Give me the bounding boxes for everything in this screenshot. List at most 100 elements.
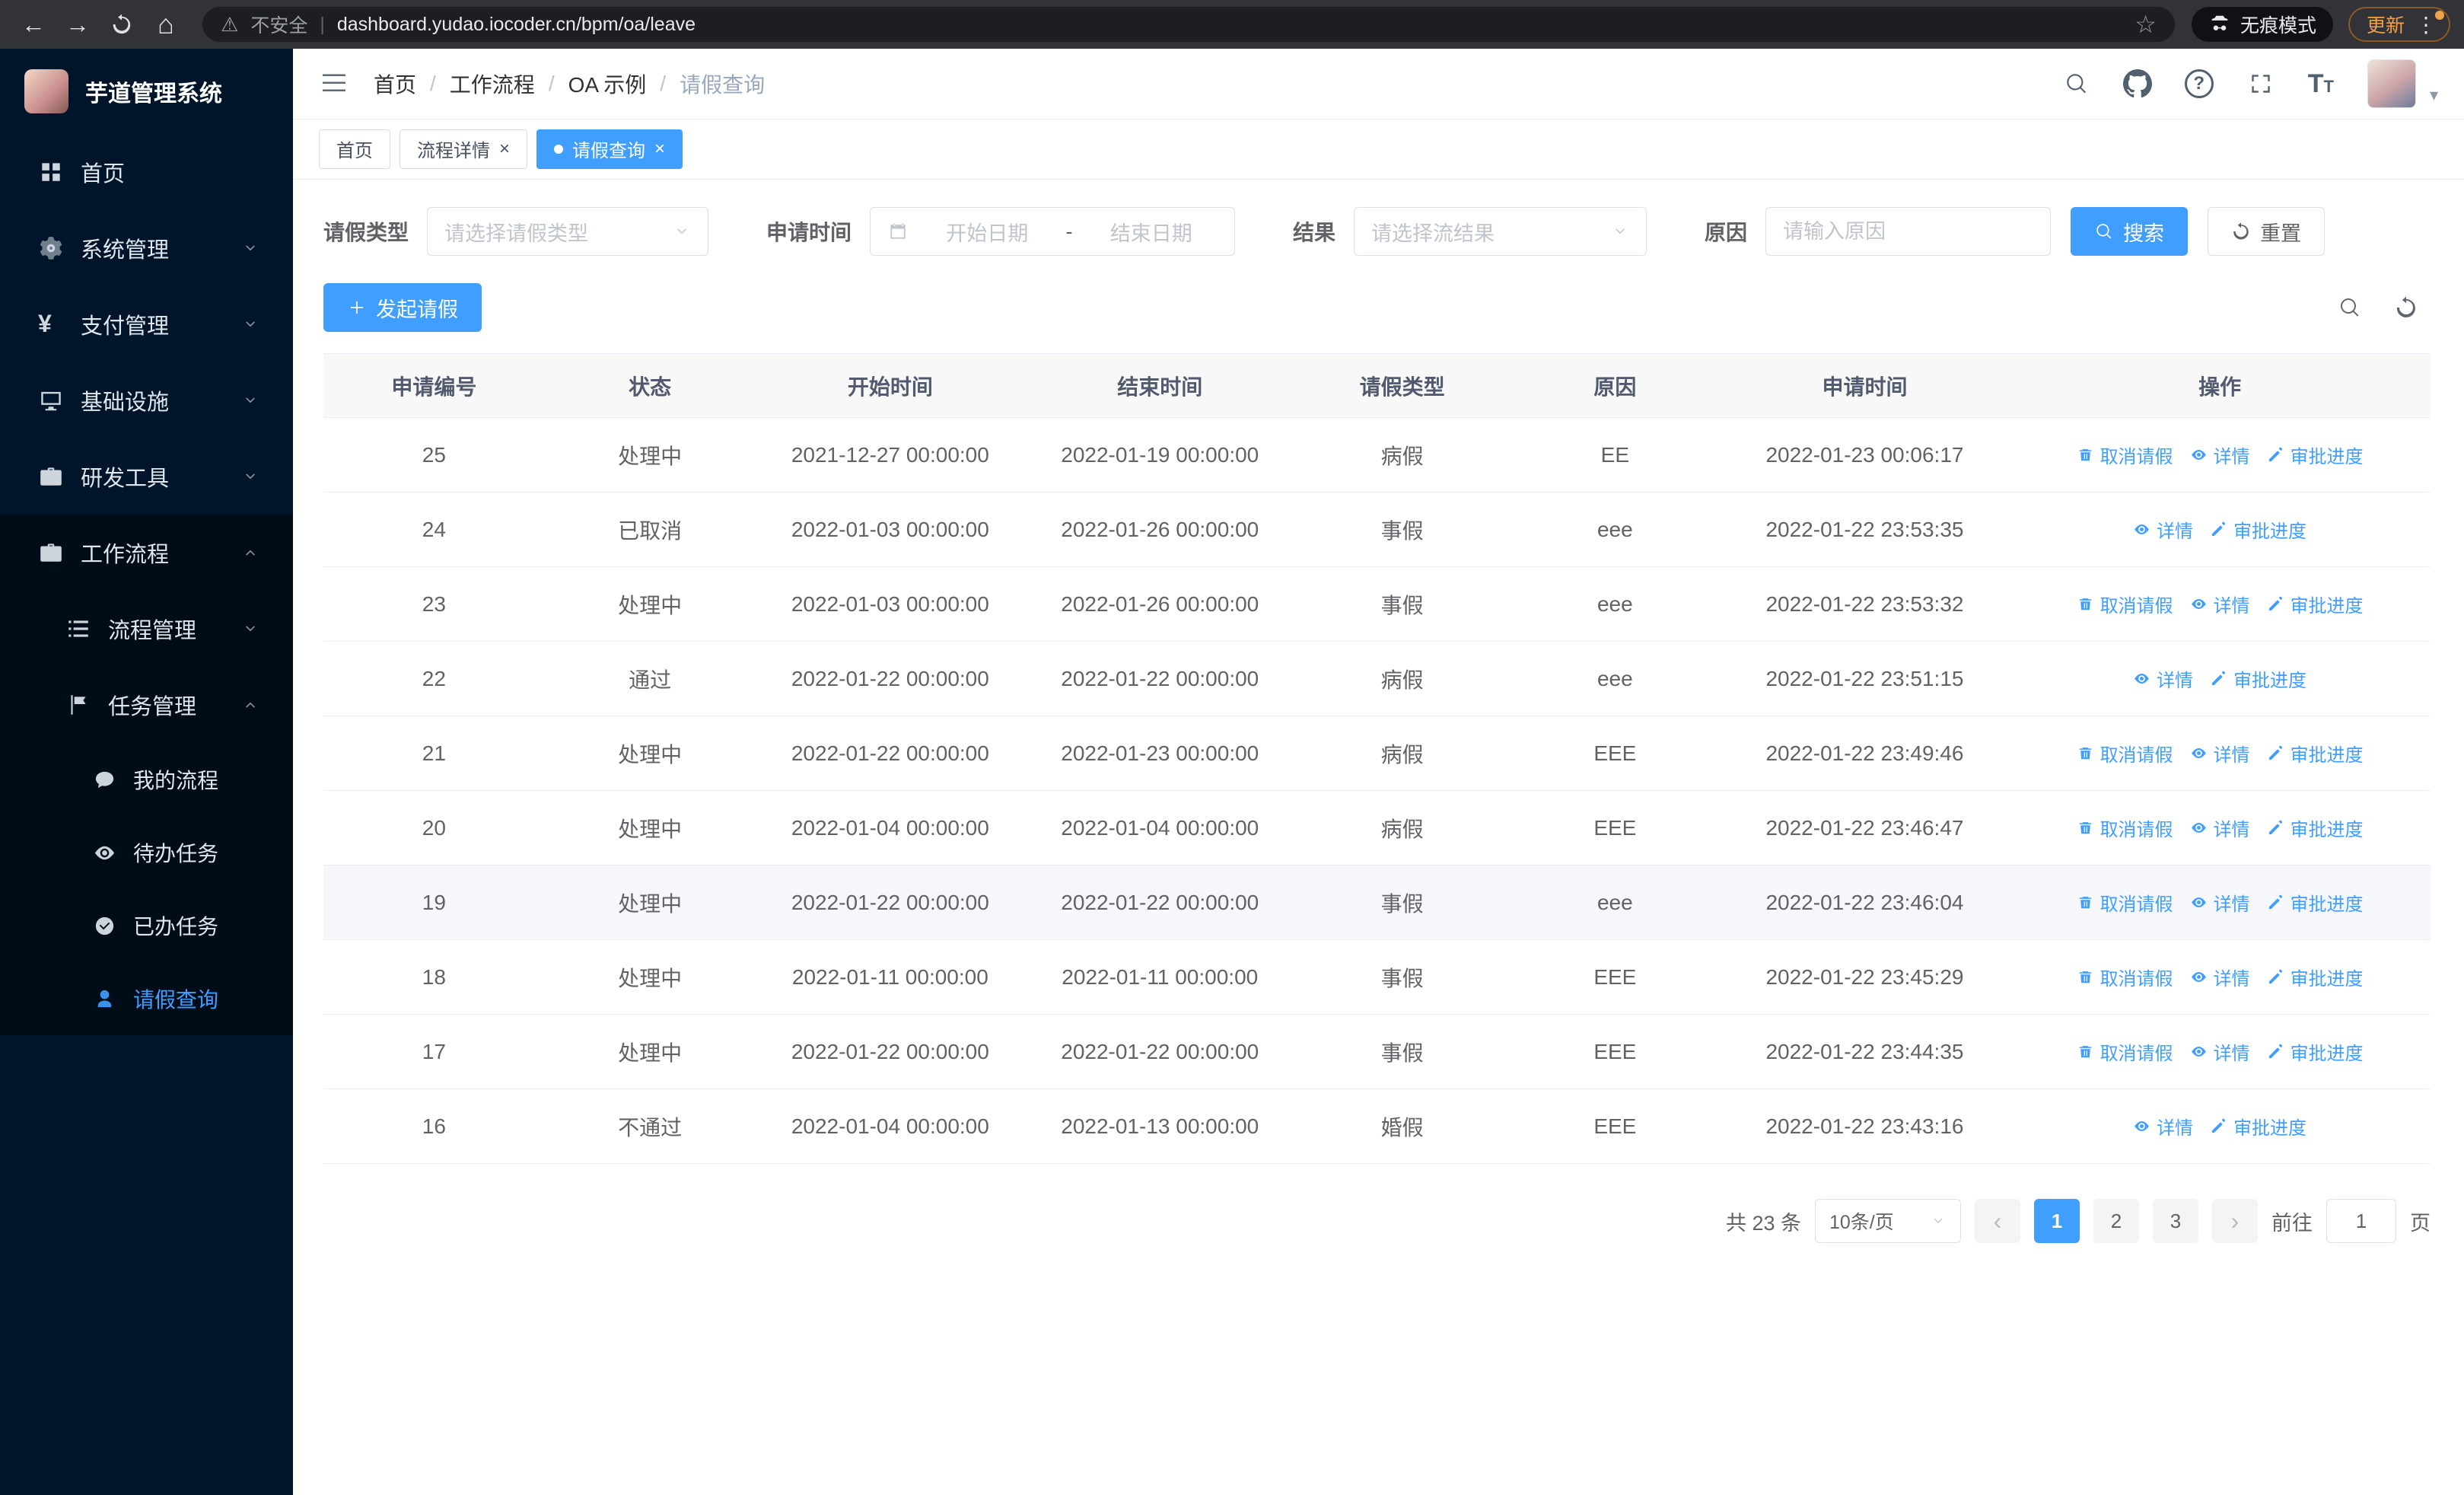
sidebar-item-devtools[interactable]: 研发工具 bbox=[0, 438, 293, 515]
sidebar-item-todo-tasks[interactable]: 待办任务 bbox=[0, 816, 293, 889]
detail-link[interactable]: 详情 bbox=[2190, 740, 2250, 767]
approval-progress-link[interactable]: 审批进度 bbox=[2210, 516, 2306, 543]
goto-page-input[interactable] bbox=[2326, 1199, 2396, 1243]
browser-reload-icon[interactable] bbox=[102, 5, 142, 44]
font-size-icon[interactable] bbox=[2308, 71, 2334, 97]
approval-progress-link[interactable]: 审批进度 bbox=[2267, 814, 2364, 841]
browser-back-icon[interactable] bbox=[14, 5, 53, 44]
cell-leave-type: 事假 bbox=[1294, 939, 1510, 1015]
apply-time-range-picker[interactable]: 开始日期 - 结束日期 bbox=[870, 207, 1236, 256]
leave-type-select[interactable]: 请选择请假类型 bbox=[427, 207, 709, 256]
detail-link[interactable]: 详情 bbox=[2190, 889, 2250, 916]
incognito-badge: 无痕模式 bbox=[2191, 7, 2333, 42]
sidebar-item-task-management[interactable]: 任务管理 bbox=[0, 667, 293, 743]
select-placeholder: 请选择请假类型 bbox=[444, 222, 589, 245]
cell-reason: eee bbox=[1509, 566, 1721, 642]
zoom-search-icon[interactable] bbox=[2338, 295, 2362, 320]
cell-end-time: 2022-01-11 00:00:00 bbox=[1025, 939, 1295, 1015]
table-toolbar: 发起请假 bbox=[323, 283, 2431, 332]
detail-link[interactable]: 详情 bbox=[2133, 516, 2193, 543]
detail-link[interactable]: 详情 bbox=[2190, 591, 2250, 617]
refresh-icon[interactable] bbox=[2394, 295, 2418, 320]
approval-progress-link[interactable]: 审批进度 bbox=[2267, 441, 2364, 468]
leave-type-label: 请假类型 bbox=[323, 221, 409, 244]
create-leave-button[interactable]: 发起请假 bbox=[323, 283, 482, 332]
cell-reason: eee bbox=[1509, 492, 1721, 567]
cancel-leave-link[interactable]: 取消请假 bbox=[2077, 964, 2173, 990]
chevron-down-icon bbox=[677, 228, 686, 234]
github-icon[interactable] bbox=[2122, 69, 2152, 98]
user-avatar[interactable] bbox=[2367, 59, 2416, 108]
browser-forward-icon[interactable] bbox=[58, 5, 97, 44]
cell-reason: eee bbox=[1509, 641, 1721, 716]
sidebar-item-payment[interactable]: 支付管理 bbox=[0, 286, 293, 362]
cancel-leave-link[interactable]: 取消请假 bbox=[2077, 591, 2173, 617]
sidebar-item-home[interactable]: 首页 bbox=[0, 134, 293, 210]
sidebar-item-infrastructure[interactable]: 基础设施 bbox=[0, 362, 293, 438]
breadcrumb-item[interactable]: OA 示例 bbox=[568, 69, 647, 99]
cancel-leave-link[interactable]: 取消请假 bbox=[2077, 814, 2173, 841]
cancel-leave-link[interactable]: 取消请假 bbox=[2077, 740, 2173, 767]
chrome-update-chip[interactable]: 更新 bbox=[2348, 7, 2450, 42]
goto-suffix: 页 bbox=[2410, 1211, 2431, 1235]
browser-menu-icon[interactable] bbox=[2415, 10, 2444, 37]
help-icon[interactable] bbox=[2184, 69, 2214, 98]
approval-progress-link[interactable]: 审批进度 bbox=[2267, 889, 2364, 916]
page-button-2[interactable]: 2 bbox=[2093, 1199, 2139, 1243]
sidebar-item-my-process[interactable]: 我的流程 bbox=[0, 743, 293, 816]
bookmark-star-icon[interactable] bbox=[2135, 10, 2157, 39]
sidebar-item-label: 工作流程 bbox=[81, 543, 170, 567]
search-icon[interactable] bbox=[2063, 70, 2090, 97]
sidebar-item-system[interactable]: 系统管理 bbox=[0, 210, 293, 286]
fullscreen-icon[interactable] bbox=[2247, 70, 2275, 97]
approval-progress-link[interactable]: 审批进度 bbox=[2210, 665, 2306, 692]
approval-progress-link[interactable]: 审批进度 bbox=[2267, 1038, 2364, 1065]
cell-start-time: 2022-01-11 00:00:00 bbox=[755, 939, 1026, 1015]
detail-link[interactable]: 详情 bbox=[2190, 814, 2250, 841]
tab-home[interactable]: 首页 bbox=[319, 129, 390, 169]
detail-link[interactable]: 详情 bbox=[2190, 441, 2250, 468]
approval-progress-link[interactable]: 审批进度 bbox=[2210, 1113, 2306, 1140]
user-menu-caret-icon[interactable] bbox=[2430, 85, 2438, 108]
menu-collapse-icon[interactable] bbox=[319, 69, 349, 99]
sidebar: 芋道管理系统 首页 系统管理 支付管理 基础设施 bbox=[0, 49, 293, 1495]
gear-icon bbox=[40, 237, 62, 260]
approval-progress-link[interactable]: 审批进度 bbox=[2267, 740, 2364, 767]
sidebar-item-process-management[interactable]: 流程管理 bbox=[0, 591, 293, 667]
browser-home-icon[interactable] bbox=[146, 5, 186, 44]
tab-label: 请假查询 bbox=[572, 141, 646, 161]
page-button-3[interactable]: 3 bbox=[2153, 1199, 2198, 1243]
sidebar-item-workflow[interactable]: 工作流程 bbox=[0, 515, 293, 591]
page-button-1[interactable]: 1 bbox=[2034, 1199, 2080, 1243]
chevron-up-icon bbox=[246, 550, 255, 556]
page-size-select[interactable]: 10条/页 bbox=[1815, 1199, 1961, 1243]
detail-link[interactable]: 详情 bbox=[2190, 1038, 2250, 1065]
cancel-leave-link[interactable]: 取消请假 bbox=[2077, 1038, 2173, 1065]
close-icon[interactable] bbox=[654, 140, 665, 158]
address-bar[interactable]: 不安全 | dashboard.yudao.iocoder.cn/bpm/oa/… bbox=[202, 7, 2175, 42]
next-page-button[interactable] bbox=[2212, 1199, 2258, 1243]
approval-progress-link[interactable]: 审批进度 bbox=[2267, 964, 2364, 990]
reason-input[interactable] bbox=[1765, 207, 2052, 256]
result-select[interactable]: 请选择流结果 bbox=[1354, 207, 1647, 256]
cell-status: 已取消 bbox=[544, 492, 756, 567]
prev-page-button[interactable] bbox=[1975, 1199, 2020, 1243]
breadcrumb-item[interactable]: 首页 bbox=[374, 69, 416, 99]
cell-operations: 详情 审批进度 bbox=[2009, 492, 2431, 567]
search-button[interactable]: 搜索 bbox=[2071, 207, 2189, 256]
cancel-leave-link[interactable]: 取消请假 bbox=[2077, 441, 2173, 468]
approval-progress-link[interactable]: 审批进度 bbox=[2267, 591, 2364, 617]
close-icon[interactable] bbox=[499, 140, 510, 158]
sidebar-item-done-tasks[interactable]: 已办任务 bbox=[0, 889, 293, 962]
cell-leave-type: 婚假 bbox=[1294, 1089, 1510, 1164]
tab-process-detail[interactable]: 流程详情 bbox=[400, 129, 528, 169]
breadcrumb-item[interactable]: 工作流程 bbox=[450, 69, 535, 99]
reset-button[interactable]: 重置 bbox=[2208, 207, 2326, 256]
cell-leave-type: 病假 bbox=[1294, 641, 1510, 716]
tab-leave-query[interactable]: 请假查询 bbox=[536, 129, 683, 169]
detail-link[interactable]: 详情 bbox=[2133, 665, 2193, 692]
detail-link[interactable]: 详情 bbox=[2190, 964, 2250, 990]
cancel-leave-link[interactable]: 取消请假 bbox=[2077, 889, 2173, 916]
detail-link[interactable]: 详情 bbox=[2133, 1113, 2193, 1140]
sidebar-item-leave-query[interactable]: 请假查询 bbox=[0, 962, 293, 1035]
